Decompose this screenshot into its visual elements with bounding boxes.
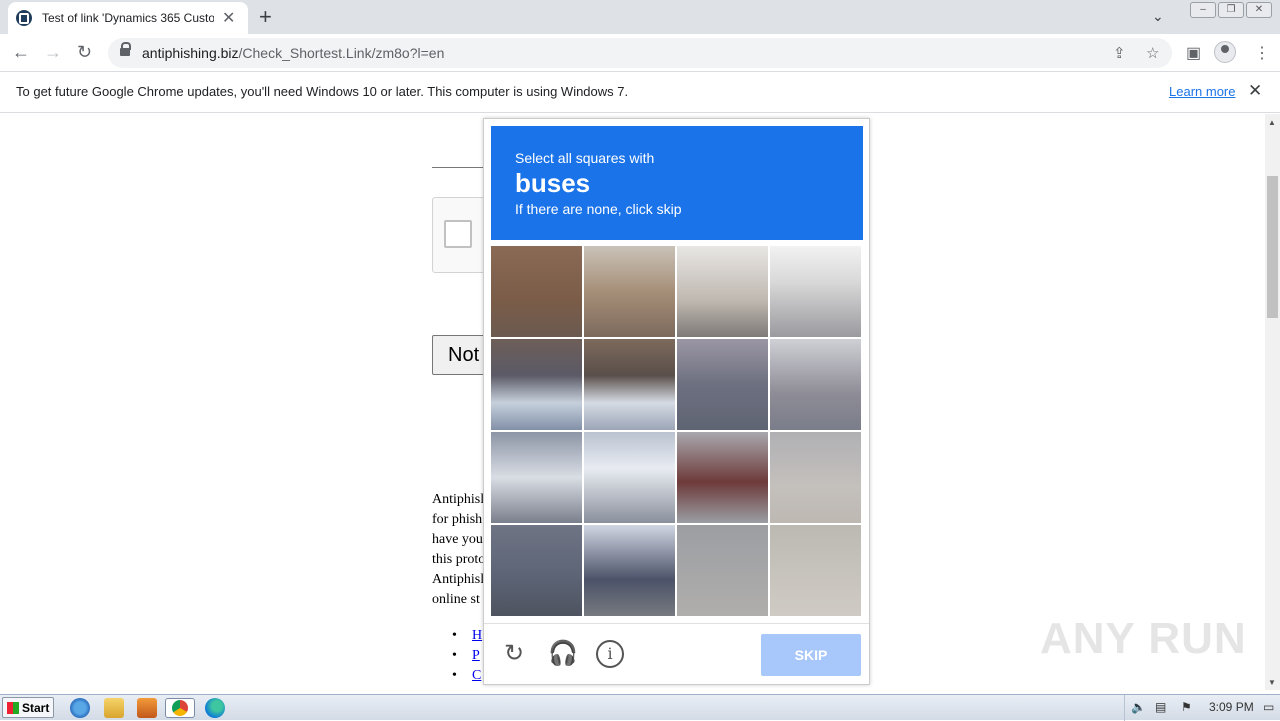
image-tile[interactable] — [584, 246, 675, 337]
url-path: /Check_Shortest.Link/zm8o?l=en — [238, 45, 445, 61]
recaptcha-challenge: Select all squares with buses If there a… — [483, 118, 870, 685]
lock-icon[interactable] — [120, 42, 131, 58]
image-tile[interactable] — [491, 339, 582, 430]
recaptcha-checkbox[interactable] — [444, 220, 472, 248]
headphones-icon[interactable]: 🎧 — [548, 640, 578, 668]
list-link[interactable]: C — [448, 666, 482, 686]
image-tile[interactable] — [677, 525, 768, 616]
bookmark-star-icon[interactable]: ☆ — [1146, 44, 1159, 62]
address-bar[interactable]: antiphishing.biz/Check_Shortest.Link/zm8… — [108, 38, 1172, 68]
maximize-button[interactable]: ❐ — [1218, 2, 1244, 18]
internet-explorer-icon[interactable] — [70, 698, 90, 718]
tab-search-chevron-icon[interactable]: ⌄ — [1152, 8, 1164, 25]
tab-close-icon[interactable]: ✕ — [222, 8, 235, 28]
window-controls: – ❐ ✕ — [1190, 2, 1272, 18]
reload-challenge-icon[interactable]: ↻ — [500, 640, 528, 668]
forward-arrow-icon[interactable]: → — [44, 42, 62, 62]
browser-toolbar: ← → ↻ antiphishing.biz/Check_Shortest.Li… — [0, 34, 1280, 72]
profile-avatar-icon[interactable] — [1214, 41, 1236, 63]
learn-more-link[interactable]: Learn more — [1169, 84, 1235, 99]
url-domain: antiphishing.biz — [142, 45, 239, 61]
back-arrow-icon[interactable]: ← — [12, 42, 30, 62]
side-panel-icon[interactable]: ▣ — [1186, 43, 1201, 63]
image-tile[interactable] — [491, 525, 582, 616]
clock[interactable]: 3:09 PM — [1209, 700, 1254, 714]
challenge-hint: If there are none, click skip — [515, 201, 682, 217]
show-desktop-icon[interactable]: ▭ — [1263, 700, 1274, 714]
image-tile[interactable] — [584, 432, 675, 523]
list-link[interactable]: P — [448, 646, 482, 666]
image-tile[interactable] — [584, 525, 675, 616]
close-window-button[interactable]: ✕ — [1246, 2, 1272, 18]
link-list: H P C — [448, 626, 482, 686]
challenge-instruction: Select all squares with — [515, 150, 655, 166]
scroll-up-icon[interactable]: ▲ — [1268, 118, 1276, 127]
action-center-flag-icon[interactable]: ⚑ — [1181, 700, 1192, 714]
menu-kebab-icon[interactable]: ⋮ — [1254, 43, 1270, 63]
page-scrollbar[interactable]: ▲ ▼ — [1265, 114, 1280, 690]
image-tile[interactable] — [770, 339, 861, 430]
list-link[interactable]: H — [448, 626, 482, 646]
minimize-button[interactable]: – — [1190, 2, 1216, 18]
edge-icon[interactable] — [205, 698, 225, 718]
challenge-footer: ↻ 🎧 i SKIP — [484, 623, 869, 685]
challenge-header: Select all squares with buses If there a… — [491, 126, 863, 240]
scroll-thumb[interactable] — [1267, 176, 1278, 318]
scroll-down-icon[interactable]: ▼ — [1268, 678, 1276, 687]
image-tile[interactable] — [770, 432, 861, 523]
tab-strip: Test of link 'Dynamics 365 Customer ✕ + … — [0, 0, 1280, 34]
system-tray: 🔈 ▤ ⚑ 3:09 PM ▭ — [1124, 695, 1280, 721]
windows-taskbar: Start 🔈 ▤ ⚑ 3:09 PM ▭ — [0, 694, 1280, 721]
image-tile[interactable] — [584, 339, 675, 430]
challenge-image-grid — [491, 246, 861, 616]
reload-page-icon[interactable]: ↻ — [77, 42, 92, 62]
anyrun-watermark: ANY RUN — [1040, 614, 1247, 663]
skip-button[interactable]: SKIP — [761, 634, 861, 676]
windows-flag-icon — [7, 702, 19, 714]
challenge-target: buses — [515, 168, 591, 198]
image-tile[interactable] — [770, 525, 861, 616]
infobar-message: To get future Google Chrome updates, you… — [16, 84, 629, 99]
chrome-taskbar-button[interactable] — [165, 698, 195, 718]
info-icon[interactable]: i — [596, 640, 624, 668]
share-icon[interactable]: ⇪ — [1113, 44, 1126, 62]
image-tile[interactable] — [491, 246, 582, 337]
start-label: Start — [22, 701, 50, 715]
image-tile[interactable] — [677, 432, 768, 523]
chrome-icon — [172, 700, 188, 716]
media-player-icon[interactable] — [137, 698, 157, 718]
image-tile[interactable] — [491, 432, 582, 523]
infobar-close-icon[interactable]: ✕ — [1248, 81, 1262, 101]
lock-favicon-icon — [16, 10, 32, 26]
new-tab-button[interactable]: + — [259, 6, 272, 28]
network-icon[interactable]: ▤ — [1155, 700, 1166, 714]
update-infobar: To get future Google Chrome updates, you… — [0, 72, 1280, 113]
file-explorer-icon[interactable] — [104, 698, 124, 718]
browser-tab[interactable]: Test of link 'Dynamics 365 Customer ✕ — [8, 2, 248, 34]
url-text[interactable]: antiphishing.biz/Check_Shortest.Link/zm8… — [142, 45, 444, 61]
volume-icon[interactable]: 🔈 — [1131, 700, 1146, 714]
start-button[interactable]: Start — [2, 697, 54, 718]
image-tile[interactable] — [677, 339, 768, 430]
image-tile[interactable] — [770, 246, 861, 337]
image-tile[interactable] — [677, 246, 768, 337]
tab-title: Test of link 'Dynamics 365 Customer — [42, 11, 214, 25]
